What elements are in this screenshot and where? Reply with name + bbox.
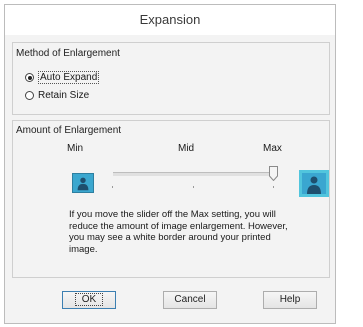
max-label: Max: [263, 143, 282, 154]
slider-tick: [273, 186, 274, 188]
auto-expand-radio[interactable]: Auto Expand: [25, 71, 100, 84]
ok-button-label: OK: [74, 293, 104, 306]
mid-label: Mid: [178, 143, 195, 154]
dialog-title: Expansion: [5, 5, 335, 35]
auto-expand-label: Auto Expand: [38, 71, 100, 84]
help-button[interactable]: Help: [263, 291, 317, 309]
amount-group-title: Amount of Enlargement: [16, 125, 122, 136]
slider-tick: [193, 186, 194, 188]
cancel-button-label: Cancel: [174, 294, 206, 305]
retain-size-label: Retain Size: [38, 90, 90, 101]
method-group-title: Method of Enlargement: [16, 48, 120, 59]
slider-tick: [112, 186, 113, 188]
radio-unselected-icon: [25, 91, 34, 100]
help-button-label: Help: [279, 294, 301, 305]
ok-button[interactable]: OK: [62, 291, 116, 309]
method-group: Method of Enlargement Auto Expand Retain…: [12, 42, 330, 115]
retain-size-radio[interactable]: Retain Size: [25, 90, 89, 101]
min-label: Min: [67, 143, 84, 154]
enlargement-slider-track[interactable]: [113, 172, 273, 176]
radio-selected-icon: [25, 73, 34, 82]
enlargement-slider-thumb[interactable]: [269, 166, 278, 181]
person-image-icon: [72, 173, 94, 193]
cancel-button[interactable]: Cancel: [163, 291, 217, 309]
person-image-large-icon: [299, 170, 329, 197]
expansion-dialog: Expansion Method of Enlargement Auto Exp…: [4, 4, 336, 324]
enlargement-info-text: If you move the slider off the Max setti…: [69, 209, 288, 255]
